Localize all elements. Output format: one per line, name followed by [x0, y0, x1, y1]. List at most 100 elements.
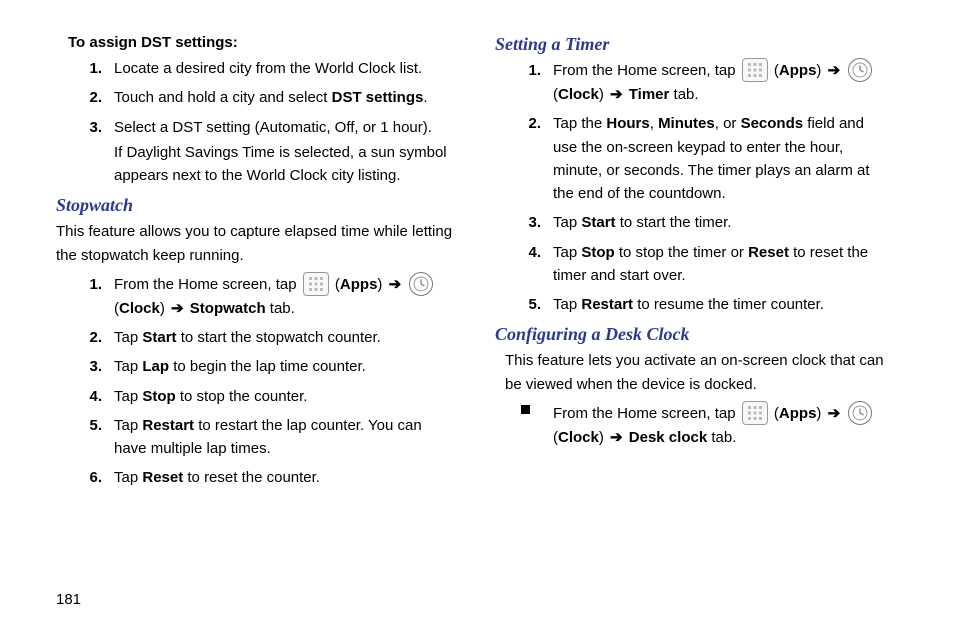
timer-step-4: 4. Tap Stop to stop the timer or Reset t… [553, 241, 898, 288]
stopwatch-heading: Stopwatch [56, 195, 459, 216]
step-text-part: Tap [553, 244, 581, 261]
dst-settings-label: DST settings [332, 89, 424, 106]
tab-suffix: tab. [707, 429, 736, 446]
step-number: 2. [78, 326, 102, 349]
step-number: 6. [78, 466, 102, 489]
step-text-part: Tap [553, 214, 581, 231]
arrow-icon: ➔ [171, 300, 184, 317]
step-text-part: to begin the lap time counter. [169, 358, 366, 375]
timer-step-1: 1. From the Home screen, tap (Apps) ➔ (C… [553, 59, 898, 106]
step-number: 4. [517, 241, 541, 264]
lap-label: Lap [142, 358, 169, 375]
step-text-part: Tap [114, 329, 142, 346]
close-paren: ) [816, 62, 821, 79]
step-text: Locate a desired city from the World Clo… [114, 60, 422, 77]
stopwatch-step-5: 5. Tap Restart to restart the lap counte… [114, 414, 459, 461]
step-text-part: to stop the timer or [615, 244, 748, 261]
step-number: 3. [517, 211, 541, 234]
left-column: To assign DST settings: 1. Locate a desi… [56, 34, 459, 496]
stopwatch-intro: This feature allows you to capture elaps… [56, 220, 459, 267]
step-text-part: From the Home screen, tap [553, 405, 740, 422]
desk-clock-heading: Configuring a Desk Clock [495, 324, 898, 345]
step-text-part: , or [715, 115, 741, 132]
desk-clock-bullet-list: From the Home screen, tap (Apps) ➔ (Cloc… [553, 402, 898, 449]
clock-label: Clock [558, 86, 599, 103]
clock-icon [409, 272, 433, 296]
step-text-part: Tap [114, 469, 142, 486]
two-column-layout: To assign DST settings: 1. Locate a desi… [56, 34, 898, 496]
arrow-icon: ➔ [610, 429, 623, 446]
step-number: 2. [78, 86, 102, 109]
apps-icon [303, 272, 329, 296]
restart-label: Restart [581, 296, 633, 313]
arrow-icon: ➔ [610, 86, 623, 103]
step-number: 5. [517, 293, 541, 316]
dst-step-1: 1. Locate a desired city from the World … [114, 57, 459, 80]
desk-clock-intro: This feature lets you activate an on-scr… [505, 349, 898, 396]
hours-label: Hours [606, 115, 649, 132]
arrow-icon: ➔ [389, 276, 402, 293]
stop-label: Stop [581, 244, 614, 261]
stopwatch-step-2: 2. Tap Start to start the stopwatch coun… [114, 326, 459, 349]
step-number: 3. [78, 116, 102, 139]
stopwatch-step-4: 4. Tap Stop to stop the counter. [114, 385, 459, 408]
arrow-icon: ➔ [828, 405, 841, 422]
apps-label: Apps [340, 276, 378, 293]
timer-step-2: 2. Tap the Hours, Minutes, or Seconds fi… [553, 112, 898, 205]
apps-icon [742, 401, 768, 425]
dst-step-2: 2. Touch and hold a city and select DST … [114, 86, 459, 109]
step-number: 1. [78, 57, 102, 80]
close-paren: ) [377, 276, 382, 293]
close-paren: ) [599, 429, 604, 446]
step-subtext: If Daylight Savings Time is selected, a … [114, 141, 453, 188]
reset-label: Reset [748, 244, 789, 261]
desk-clock-tab-label: Desk clock [629, 429, 707, 446]
step-text-part: Touch and hold a city and select [114, 89, 332, 106]
stopwatch-steps-list: 1. From the Home screen, tap (Apps) ➔ (C… [114, 273, 459, 490]
step-text-part: Tap the [553, 115, 606, 132]
square-bullet-icon [521, 405, 530, 414]
stopwatch-tab-label: Stopwatch [190, 300, 266, 317]
clock-label: Clock [558, 429, 599, 446]
timer-step-3: 3. Tap Start to start the timer. [553, 211, 898, 234]
step-text-part: . [423, 89, 427, 106]
step-text-part: Select a DST setting (Automatic, Off, or… [114, 119, 432, 136]
step-number: 4. [78, 385, 102, 408]
timer-steps-list: 1. From the Home screen, tap (Apps) ➔ (C… [553, 59, 898, 316]
close-paren: ) [816, 405, 821, 422]
start-label: Start [581, 214, 615, 231]
clock-icon [848, 401, 872, 425]
step-text-part: to stop the counter. [176, 388, 308, 405]
dst-steps-list: 1. Locate a desired city from the World … [114, 57, 459, 187]
desk-clock-bullet-1: From the Home screen, tap (Apps) ➔ (Cloc… [553, 402, 898, 449]
timer-step-5: 5. Tap Restart to resume the timer count… [553, 293, 898, 316]
tab-suffix: tab. [669, 86, 698, 103]
timer-tab-label: Timer [629, 86, 670, 103]
step-number: 1. [517, 59, 541, 82]
apps-label: Apps [779, 405, 817, 422]
step-text-part: to resume the timer counter. [633, 296, 824, 313]
step-number: 2. [517, 112, 541, 135]
step-text-part: From the Home screen, tap [114, 276, 301, 293]
dst-settings-heading: To assign DST settings: [68, 34, 459, 51]
step-text-part: to start the timer. [616, 214, 732, 231]
close-paren: ) [160, 300, 165, 317]
close-paren: ) [599, 86, 604, 103]
step-text-part: Tap [114, 388, 142, 405]
page-number: 181 [56, 591, 81, 608]
stopwatch-step-3: 3. Tap Lap to begin the lap time counter… [114, 355, 459, 378]
restart-label: Restart [142, 417, 194, 434]
step-text-part: , [650, 115, 658, 132]
stop-label: Stop [142, 388, 175, 405]
step-text-part: From the Home screen, tap [553, 62, 740, 79]
clock-icon [848, 58, 872, 82]
start-label: Start [142, 329, 176, 346]
step-number: 5. [78, 414, 102, 437]
step-text-part: to start the stopwatch counter. [177, 329, 381, 346]
step-number: 3. [78, 355, 102, 378]
seconds-label: Seconds [741, 115, 804, 132]
step-number: 1. [78, 273, 102, 296]
apps-icon [742, 58, 768, 82]
stopwatch-step-1: 1. From the Home screen, tap (Apps) ➔ (C… [114, 273, 459, 320]
reset-label: Reset [142, 469, 183, 486]
